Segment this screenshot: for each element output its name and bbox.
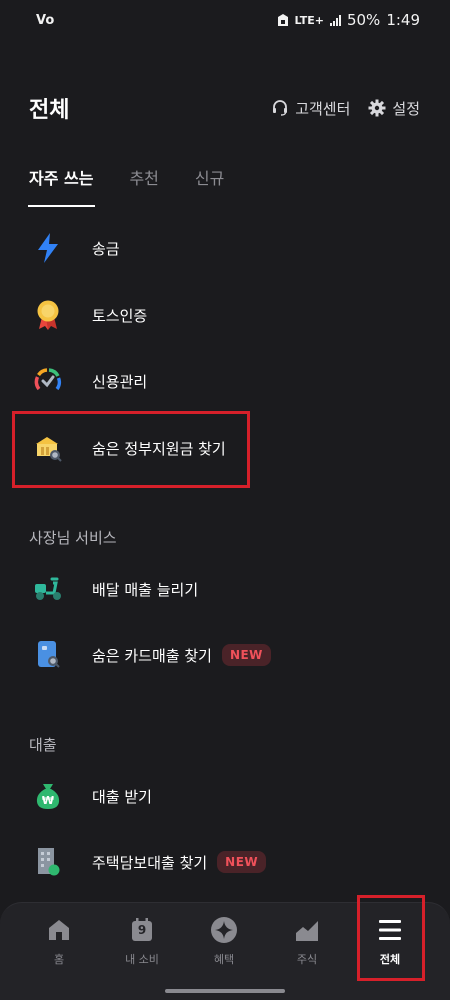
building-search-icon [20,834,76,890]
new-badge: NEW [221,644,271,666]
nav-label: 홈 [53,953,65,966]
list-item-label: 숨은 카드매출 찾기 [92,646,212,665]
section-title-business: 사장님 서비스 [29,529,117,547]
calendar-day: 9 [137,923,147,937]
list-item-label: 배달 매출 늘리기 [92,580,199,599]
header: 전체 고객센터 설정 [0,88,450,128]
category-tabs: 자주 쓰는 추천 신규 [27,155,224,207]
nav-stocks[interactable]: 주식 [272,913,342,979]
header-actions: 고객센터 설정 [271,98,420,119]
list-item-credit[interactable]: 신용관리 [20,353,430,409]
calendar-icon: 9 [129,913,155,947]
credit-gauge-icon [20,353,76,409]
chart-icon [294,913,320,947]
network-type: LTE+ [294,13,324,27]
tab-recommended[interactable]: 추천 [129,155,158,207]
clock: 1:49 [386,11,420,29]
settings-button[interactable]: 설정 [368,98,420,119]
headset-icon [273,100,288,116]
list-item-label: 주택담보대출 찾기 [92,853,208,872]
volte-icon: Vo [36,12,55,28]
settings-label: 설정 [392,99,420,118]
list-item-label: 토스인증 [92,306,148,325]
nav-my-spending[interactable]: 9 내 소비 [107,913,177,979]
list-item-label: 송금 [92,239,120,258]
home-icon [46,913,72,947]
list-item-label: 대출 받기 [92,787,152,806]
list-item-delivery-sales[interactable]: 배달 매출 늘리기 [20,561,430,617]
gear-icon [368,99,386,117]
money-bag-icon: ₩ [20,768,76,824]
card-search-icon [20,627,76,683]
list-item-toss-auth[interactable]: 토스인증 [20,287,430,343]
tab-frequent[interactable]: 자주 쓰는 [27,155,96,207]
highlight-annotation [357,895,425,981]
lightning-icon [20,220,76,276]
medal-icon [20,287,76,343]
signal-icon [329,14,341,26]
list-item-mortgage[interactable]: 주택담보대출 찾기 NEW [20,834,430,890]
section-title-loan: 대출 [29,736,57,754]
status-right: LTE+ 50% 1:49 [277,11,420,29]
notification-icon [277,14,288,26]
scooter-icon [20,561,76,617]
highlight-annotation [12,411,250,488]
customer-center-label: 고객센터 [295,99,351,118]
tab-new[interactable]: 신규 [195,155,224,207]
list-item-transfer[interactable]: 송금 [20,220,430,276]
list-item-get-loan[interactable]: ₩ 대출 받기 [20,768,430,824]
page-title: 전체 [29,98,70,123]
nav-label: 혜택 [213,953,235,966]
nav-benefits[interactable]: 혜택 [189,913,259,979]
svg-text:₩: ₩ [42,794,54,807]
nav-label: 주식 [296,953,318,966]
status-left: Vo [36,13,54,28]
customer-center-button[interactable]: 고객센터 [271,98,350,119]
new-badge: NEW [217,851,267,873]
list-item-label: 신용관리 [92,372,148,391]
home-indicator[interactable] [165,989,285,993]
nav-home[interactable]: 홈 [24,913,94,979]
nav-label: 내 소비 [125,953,159,966]
list-item-card-sales[interactable]: 숨은 카드매출 찾기 NEW [20,627,430,683]
status-bar: Vo LTE+ 50% 1:49 [0,0,450,40]
sparkle-icon [210,913,238,947]
battery-level: 50% [346,11,381,29]
